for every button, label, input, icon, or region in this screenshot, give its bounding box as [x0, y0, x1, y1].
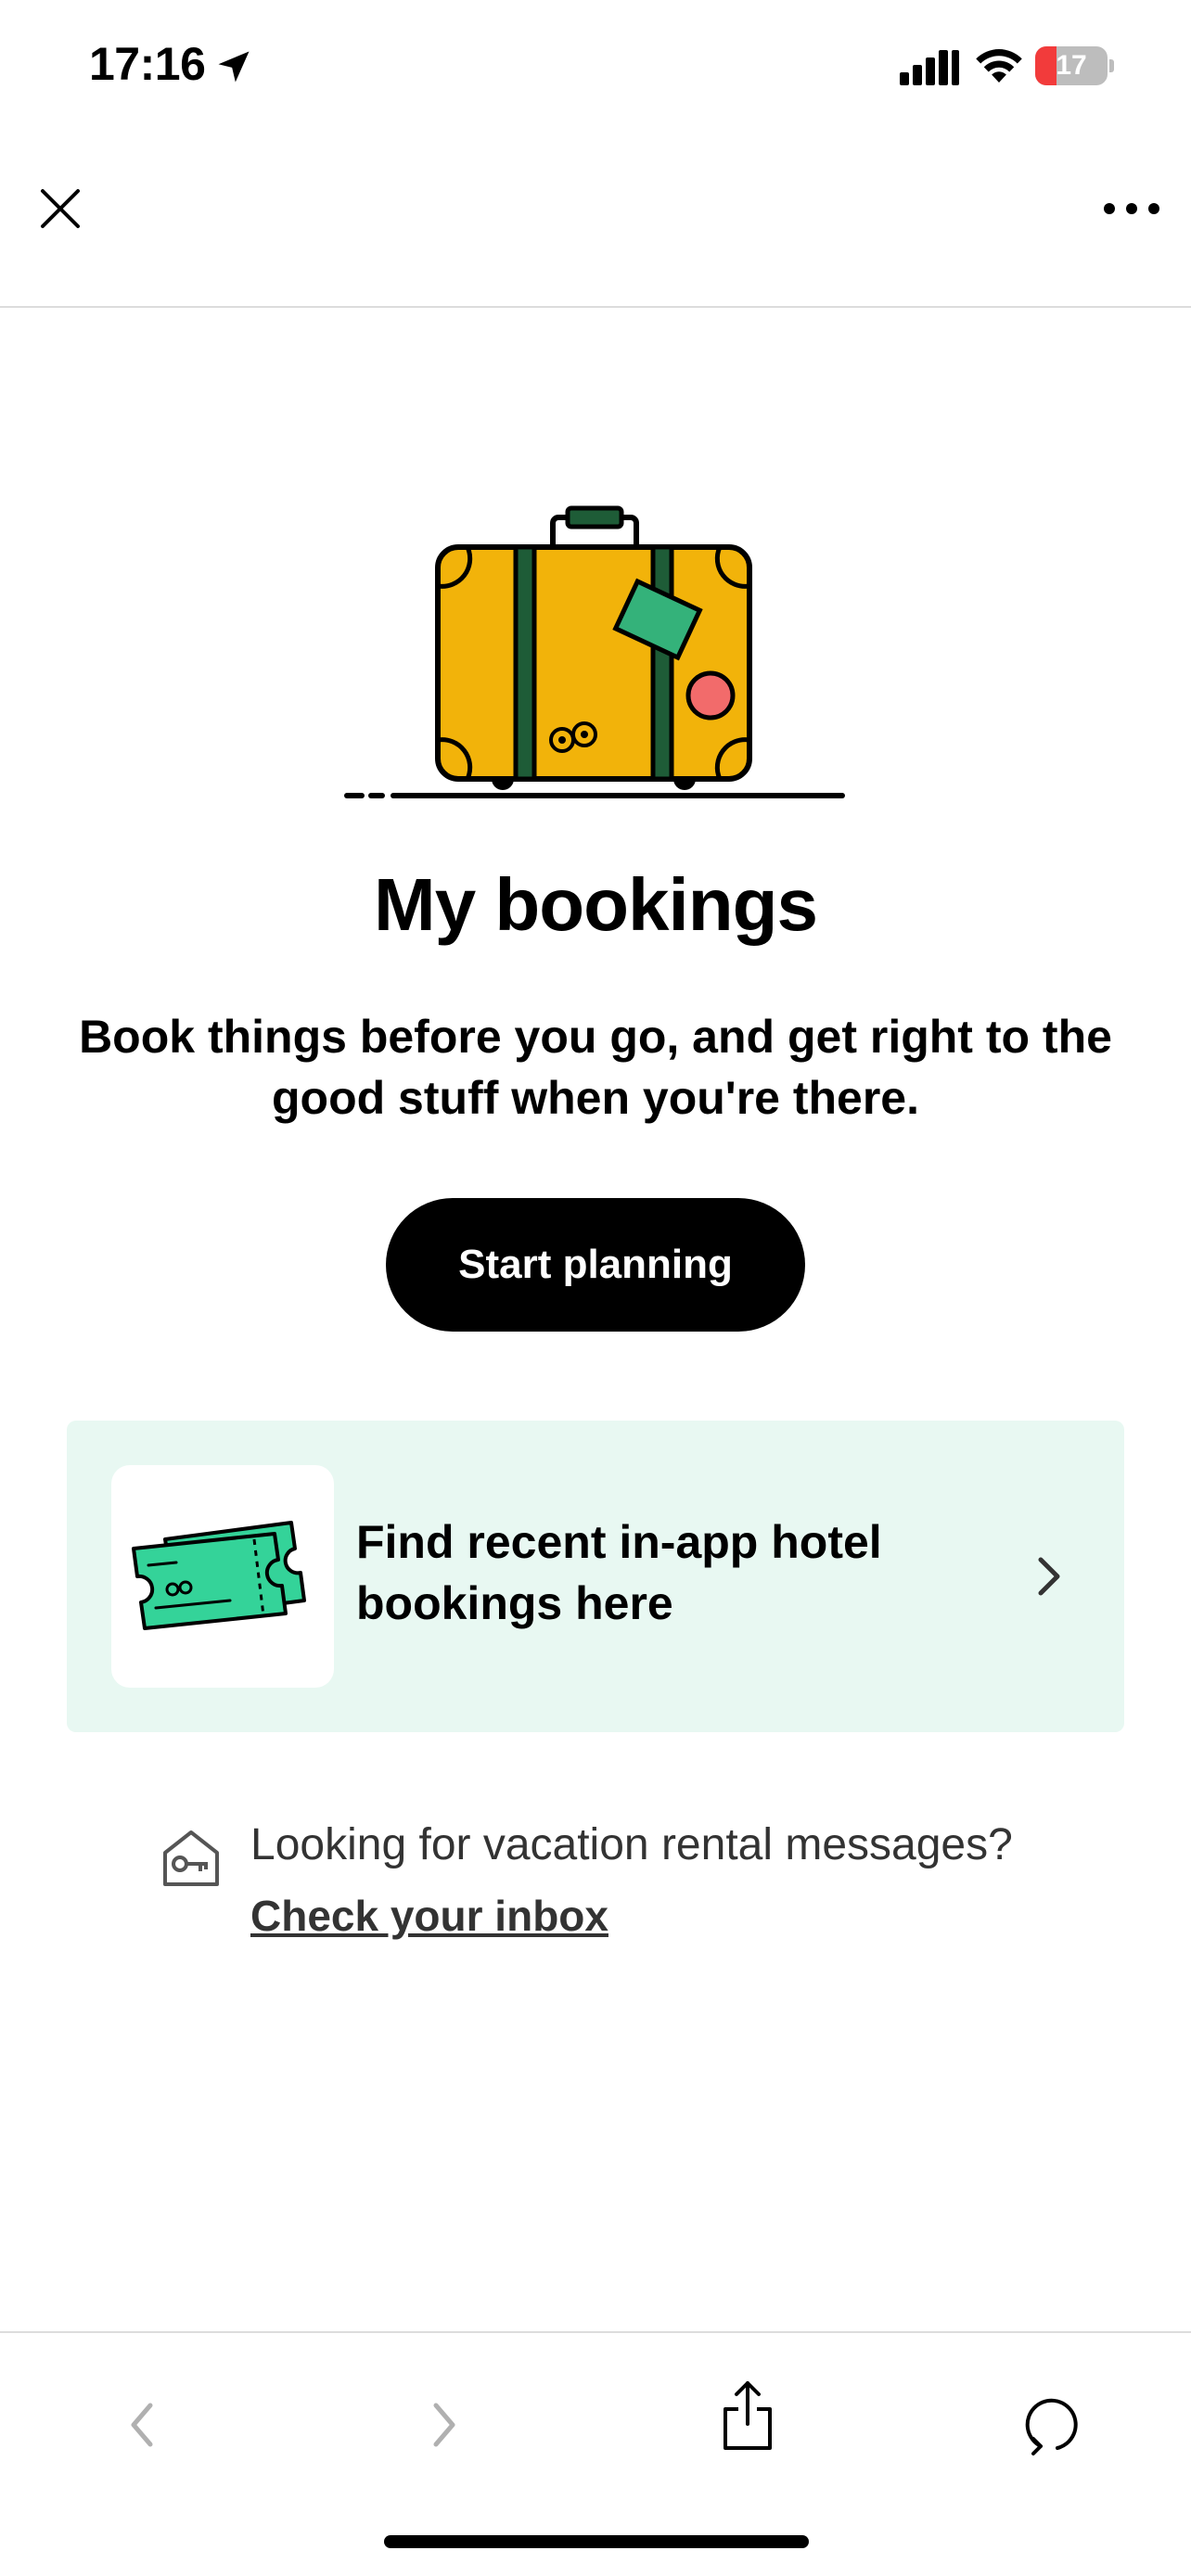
tickets-icon	[132, 1521, 306, 1630]
more-horizontal-icon[interactable]	[1095, 185, 1169, 232]
rental-prompt: Looking for vacation rental messages?	[250, 1820, 1013, 1869]
status-time: 17:16	[89, 38, 206, 90]
battery-level: 17	[1056, 50, 1087, 81]
cellular-signal-icon	[900, 50, 959, 85]
house-key-icon	[163, 1830, 219, 1886]
page-subtitle: Book things before you go, and get right…	[79, 1011, 1112, 1124]
bookings-page: 17:16 17 My bookings Book things before …	[0, 0, 1191, 2576]
close-icon[interactable]	[28, 176, 93, 241]
battery-body: 17	[1035, 46, 1108, 85]
hotel-bookings-card[interactable]: Find recent in-app hotel bookings here	[67, 1421, 1124, 1732]
chevron-right-icon[interactable]	[406, 2383, 480, 2467]
location-arrow-icon	[218, 51, 250, 83]
suitcase-illustration	[344, 505, 845, 798]
chevron-left-icon[interactable]	[106, 2383, 180, 2467]
battery-indicator: 17	[1035, 46, 1114, 85]
refresh-icon[interactable]	[1013, 2383, 1087, 2467]
start-planning-button[interactable]: Start planning	[386, 1198, 805, 1332]
top-nav	[0, 130, 1191, 308]
page-title: My bookings	[374, 863, 818, 946]
wifi-icon	[976, 49, 1022, 83]
share-icon[interactable]	[711, 2374, 785, 2457]
home-indicator	[384, 2535, 809, 2548]
hotel-card-thumbnail	[111, 1465, 334, 1688]
check-inbox-link[interactable]: Check your inbox	[250, 1888, 608, 1944]
chevron-right-icon	[1038, 1557, 1060, 1596]
hotel-card-text: Find recent in-app hotel bookings here	[356, 1516, 882, 1629]
status-bar: 17:16 17	[0, 0, 1191, 130]
battery-cap	[1109, 59, 1114, 72]
